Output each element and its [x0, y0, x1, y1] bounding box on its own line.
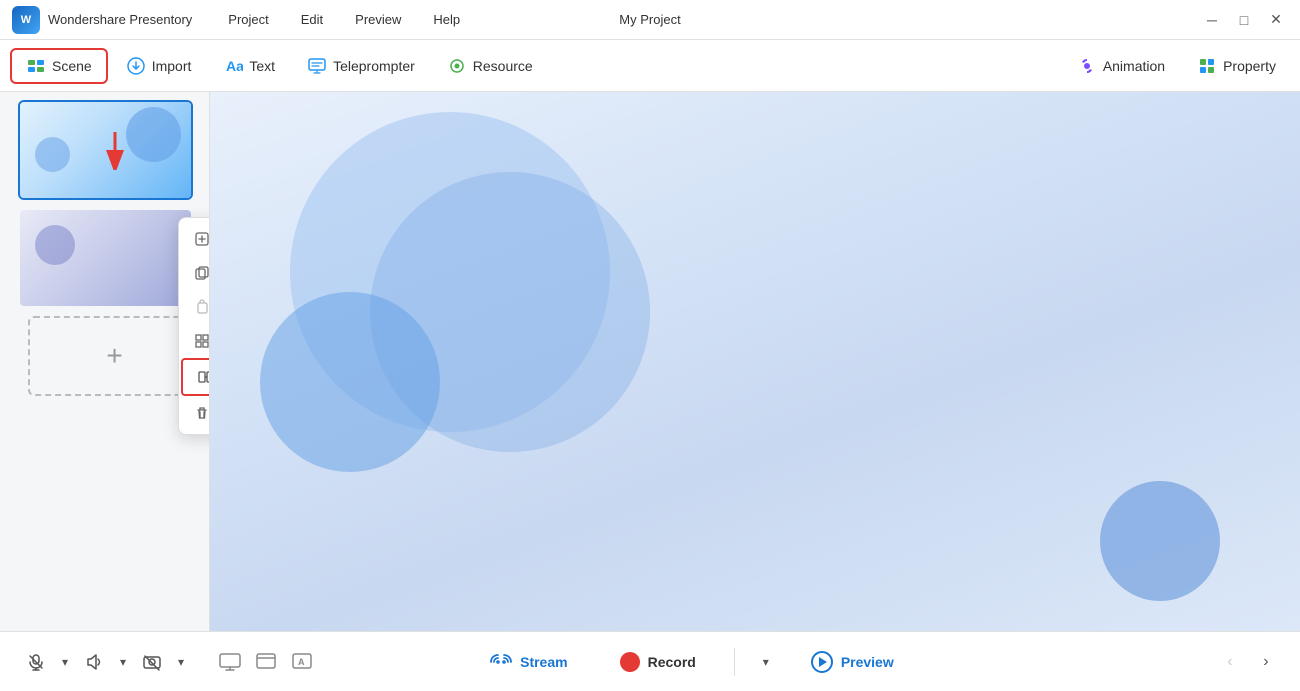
record-label: Record [648, 654, 696, 670]
resource-icon [447, 56, 467, 76]
window-share-button[interactable] [250, 646, 282, 678]
preview-label: Preview [841, 654, 894, 670]
new-slide-icon [193, 230, 210, 248]
text-tool-button[interactable]: Aa Text [209, 50, 289, 82]
camera-chevron[interactable]: ▾ [172, 646, 190, 678]
ctx-new-slide[interactable]: New Slide [179, 222, 210, 256]
select-all-icon [193, 332, 210, 350]
bottom-bar: ▾ ▾ ▾ [0, 631, 1300, 691]
resource-label: Resource [473, 58, 533, 74]
main-layout: 1 2 [0, 92, 1300, 631]
animation-tool-button[interactable]: Animation [1063, 50, 1179, 82]
property-label: Property [1223, 58, 1276, 74]
minimize-button[interactable]: ─ [1200, 8, 1224, 32]
copy-icon [193, 264, 210, 282]
speaker-button[interactable] [78, 646, 110, 678]
preview-circle-icon [811, 651, 833, 673]
ctx-delete[interactable]: Delete Del [179, 396, 210, 430]
import-label: Import [152, 58, 192, 74]
menu-project[interactable]: Project [222, 8, 274, 31]
ctx-copy[interactable]: Copy Ctrl+C [179, 256, 210, 290]
svg-text:A: A [298, 657, 305, 667]
menu-preview[interactable]: Preview [349, 8, 407, 31]
stream-button[interactable]: Stream [474, 646, 583, 678]
delete-icon [193, 404, 210, 422]
menu-bar: Project Edit Preview Help [222, 8, 466, 31]
record-dot-icon [620, 652, 640, 672]
context-menu: New Slide Copy Ctrl+C [178, 217, 210, 435]
main-toolbar: Scene Import Aa Text Teleprompter [0, 40, 1300, 92]
resource-tool-button[interactable]: Resource [433, 50, 547, 82]
app-name: Wondershare Presentory [48, 12, 192, 27]
bottom-left-tools: ▾ ▾ ▾ [20, 646, 318, 678]
logo-letter: W [21, 14, 31, 26]
import-icon [126, 56, 146, 76]
mic-button[interactable] [20, 646, 52, 678]
window-controls: ─ □ ✕ [1200, 8, 1288, 32]
prev-arrow-button[interactable]: ‹ [1216, 648, 1244, 676]
animation-icon [1077, 56, 1097, 76]
add-transition-icon [197, 368, 210, 386]
menu-edit[interactable]: Edit [295, 8, 329, 31]
teleprompter-tool-button[interactable]: Teleprompter [293, 50, 429, 82]
preview-button[interactable]: Preview [795, 643, 910, 681]
scene-tool-button[interactable]: Scene [10, 48, 108, 84]
import-tool-button[interactable]: Import [112, 50, 206, 82]
add-scene-button[interactable]: + [28, 316, 201, 396]
speaker-chevron[interactable]: ▾ [114, 646, 132, 678]
bottom-right-controls: ‹ › [1216, 648, 1280, 676]
titlebar: W Wondershare Presentory Project Edit Pr… [0, 0, 1300, 40]
paste-icon [193, 298, 210, 316]
menu-help[interactable]: Help [427, 8, 466, 31]
add-scene-container: + [18, 316, 201, 396]
svg-text:Aa: Aa [226, 58, 243, 74]
scene-thumb-2[interactable] [18, 208, 193, 308]
teleprompter-icon [307, 56, 327, 76]
screen-share-button[interactable] [214, 646, 246, 678]
camera-button[interactable] [136, 646, 168, 678]
record-separator [734, 648, 735, 676]
teleprompter-label: Teleprompter [333, 58, 415, 74]
scene-label: Scene [52, 58, 92, 74]
ctx-select-all[interactable]: Select All Ctrl+A [179, 324, 210, 358]
stream-label: Stream [520, 654, 567, 670]
animation-label: Animation [1103, 58, 1165, 74]
canvas-circle-4 [1100, 481, 1220, 601]
bottom-center-controls: Stream Record ▾ Preview [474, 643, 910, 681]
ctx-add-transition[interactable]: Add Transition [181, 358, 210, 396]
text-overlay-button[interactable]: A [286, 646, 318, 678]
text-label: Text [249, 58, 275, 74]
scene-icon [26, 56, 46, 76]
app-logo: W [12, 6, 40, 34]
close-button[interactable]: ✕ [1264, 8, 1288, 32]
scene-thumb-bg-2 [20, 210, 191, 306]
next-arrow-button[interactable]: › [1252, 648, 1280, 676]
scene-arrow [100, 130, 130, 175]
stream-icon [490, 654, 512, 670]
play-triangle-icon [819, 657, 827, 667]
record-button[interactable]: Record [604, 644, 712, 680]
property-tool-button[interactable]: Property [1183, 50, 1290, 82]
maximize-button[interactable]: □ [1232, 8, 1256, 32]
mic-chevron[interactable]: ▾ [56, 646, 74, 678]
canvas-circle-3 [260, 292, 440, 472]
canvas-area[interactable] [210, 92, 1300, 631]
property-icon [1197, 56, 1217, 76]
scene-item-2[interactable]: 2 [8, 208, 201, 308]
project-title: My Project [619, 12, 680, 27]
ctx-paste[interactable]: Paste Ctrl+V [179, 290, 210, 324]
text-icon: Aa [223, 56, 243, 76]
record-dropdown-button[interactable]: ▾ [757, 646, 775, 678]
scenes-panel: 1 2 [0, 92, 210, 631]
